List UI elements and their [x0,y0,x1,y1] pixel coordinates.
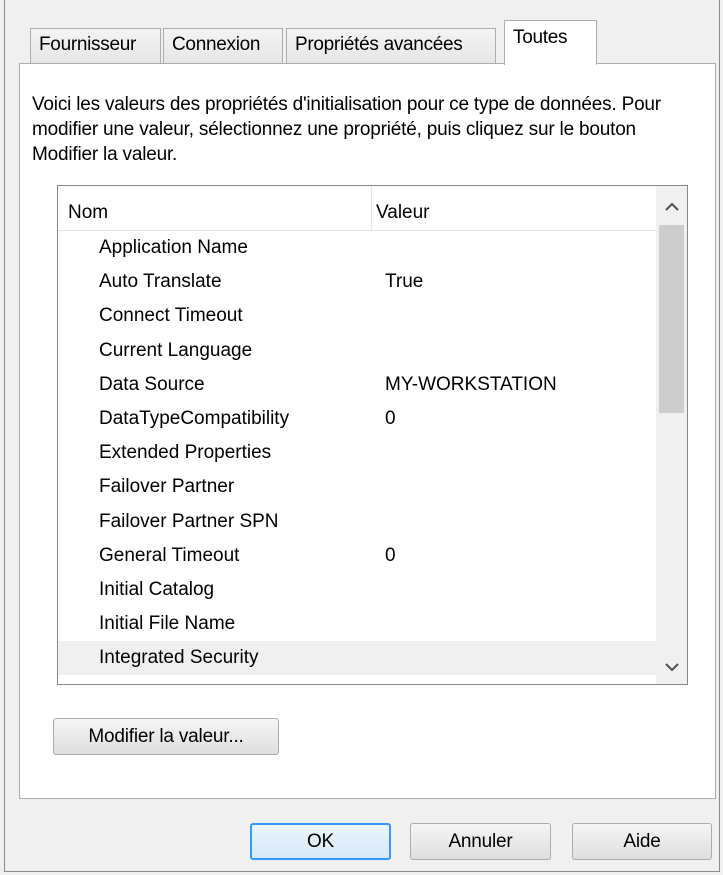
tab-strip: Fournisseur Connexion Propriétés avancée… [30,20,720,65]
property-value: MY-WORKSTATION [385,373,557,395]
property-name: Failover Partner [99,476,235,498]
list-rows: Application Name Auto Translate True Conn… [58,231,656,676]
column-header-value[interactable]: Valeur [376,202,430,224]
list-item[interactable]: DataTypeCompatibility 0 [58,402,656,436]
list-header: Nom Valeur [58,186,656,231]
chevron-down-icon[interactable] [656,650,687,684]
cancel-button[interactable]: Annuler [410,823,551,860]
property-name: Failover Partner SPN [99,510,279,532]
property-name: Initial File Name [99,613,236,635]
list-item[interactable]: General Timeout 0 [58,539,656,573]
list-item[interactable]: Failover Partner SPN [58,505,656,539]
list-item-hovered[interactable]: Integrated Security [58,641,656,676]
list-item[interactable]: Application Name [58,231,656,265]
description-text: Voici les valeurs des propriétés d'initi… [32,94,661,165]
property-name: Application Name [99,237,248,258]
property-name: Initial Catalog [99,578,215,600]
ok-button[interactable]: OK [250,823,391,860]
list-item[interactable]: Initial File Name [58,607,656,641]
property-name: Current Language [99,339,253,361]
tab-toutes[interactable]: Toutes [504,20,597,65]
list-item[interactable]: Current Language [58,334,656,368]
modify-value-button[interactable]: Modifier la valeur... [53,718,279,755]
list-item[interactable]: Connect Timeout [58,299,656,333]
property-value: 0 [385,407,396,429]
property-name: General Timeout [99,544,240,566]
property-value: 0 [385,544,396,566]
property-value: True [385,271,424,293]
vertical-scrollbar[interactable] [656,186,687,684]
tab-proprietes-avancees[interactable]: Propriétés avancées [286,28,496,63]
property-name: DataTypeCompatibility [99,407,290,429]
column-separator[interactable] [371,186,372,230]
scrollbar-thumb[interactable] [659,225,684,413]
tab-fournisseur[interactable]: Fournisseur [30,28,161,63]
list-item[interactable]: Initial Catalog [58,573,656,607]
chevron-up-icon[interactable] [656,190,687,224]
list-item[interactable]: Data Source MY-WORKSTATION [58,368,656,402]
list-item[interactable]: Extended Properties [58,436,656,470]
list-item[interactable]: Failover Partner [58,470,656,504]
property-name: Extended Properties [99,442,272,464]
properties-list[interactable]: Nom Valeur Application Name Auto Transla… [57,185,688,685]
tab-connexion[interactable]: Connexion [163,28,283,63]
property-name: Auto Translate [99,271,222,293]
help-button[interactable]: Aide [572,823,712,860]
property-name: Connect Timeout [99,305,243,327]
list-item[interactable]: Auto Translate True [58,265,656,299]
column-header-name[interactable]: Nom [68,202,108,224]
property-name: Integrated Security [99,647,259,669]
property-name: Data Source [99,373,205,395]
